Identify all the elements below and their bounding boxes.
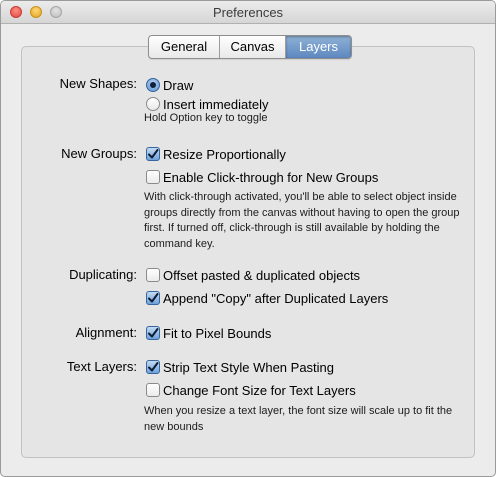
window-title: Preferences [212, 5, 284, 20]
new-shapes-label: New Shapes: [59, 76, 137, 91]
insert-immediately-label: Insert immediately [163, 96, 269, 112]
resize-proportionally-checkbox[interactable] [146, 147, 160, 161]
alignment-label: Alignment: [75, 325, 137, 340]
resize-proportionally-label: Resize Proportionally [163, 146, 286, 162]
strip-text-style-label: Strip Text Style When Pasting [163, 359, 335, 375]
text-layers-label: Text Layers: [66, 359, 137, 374]
resize-proportionally-option[interactable]: Resize Proportionally [146, 145, 286, 163]
preferences-tab-bar: General Canvas Layers [148, 35, 352, 59]
fit-pixel-bounds-option[interactable]: Fit to Pixel Bounds [146, 324, 271, 342]
duplicating-label: Duplicating: [69, 267, 137, 282]
tab-canvas[interactable]: Canvas [220, 36, 286, 58]
offset-pasted-checkbox[interactable] [146, 268, 160, 282]
tab-layers[interactable]: Layers [286, 36, 351, 58]
change-font-size-option[interactable]: Change Font Size for Text Layers [146, 381, 356, 399]
click-through-option[interactable]: Enable Click-through for New Groups [146, 168, 378, 186]
draw-radio[interactable] [146, 78, 160, 92]
click-through-checkbox[interactable] [146, 170, 160, 184]
draw-label: Draw [163, 77, 194, 93]
offset-pasted-option[interactable]: Offset pasted & duplicated objects [146, 266, 360, 284]
fit-pixel-bounds-checkbox[interactable] [146, 326, 160, 340]
title-bar: Preferences [1, 1, 495, 24]
insert-immediately-radio[interactable] [146, 97, 160, 111]
change-font-size-label: Change Font Size for Text Layers [163, 382, 356, 398]
new-shapes-hint: Hold Option key to toggle [144, 112, 268, 124]
offset-pasted-label: Offset pasted & duplicated objects [163, 267, 361, 283]
fit-pixel-bounds-label: Fit to Pixel Bounds [163, 325, 272, 341]
draw-radio-option[interactable]: Draw [146, 76, 193, 94]
strip-text-style-option[interactable]: Strip Text Style When Pasting [146, 358, 334, 376]
checkmark-icon [148, 149, 159, 159]
preferences-window: Preferences General Canvas Layers New Sh… [0, 0, 496, 477]
tab-general[interactable]: General [149, 36, 220, 58]
append-copy-checkbox[interactable] [146, 291, 160, 305]
new-groups-label: New Groups: [61, 146, 137, 161]
checkmark-icon [148, 293, 159, 303]
click-through-hint: With click-through activated, you'll be … [144, 191, 460, 250]
append-copy-label: Append "Copy" after Duplicated Layers [163, 290, 389, 306]
strip-text-style-checkbox[interactable] [146, 360, 160, 374]
radio-dot-icon [150, 82, 156, 88]
checkmark-icon [148, 362, 159, 372]
click-through-label: Enable Click-through for New Groups [163, 169, 379, 185]
change-font-size-checkbox[interactable] [146, 383, 160, 397]
checkmark-icon [148, 328, 159, 338]
text-layers-hint: When you resize a text layer, the font s… [144, 405, 453, 433]
append-copy-option[interactable]: Append "Copy" after Duplicated Layers [146, 289, 388, 307]
